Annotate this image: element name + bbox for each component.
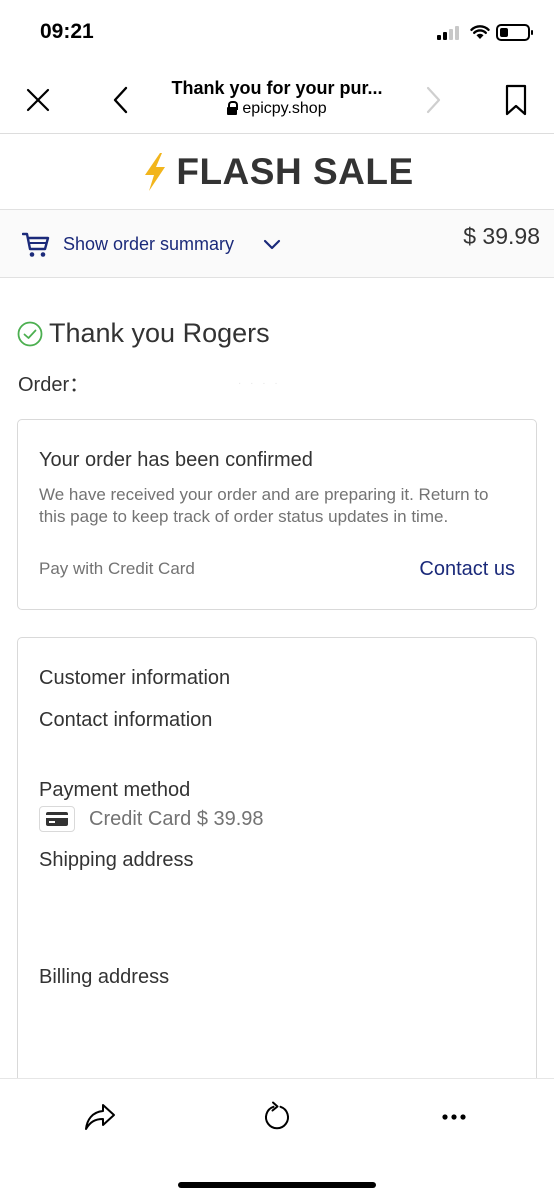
- customer-information-card: Customer information Contact information…: [17, 637, 537, 1097]
- check-circle-icon: [17, 321, 43, 346]
- order-total: $ 39.98: [463, 223, 540, 249]
- lock-icon: [227, 101, 239, 115]
- chevron-down-icon: [263, 239, 281, 250]
- close-icon[interactable]: [22, 84, 54, 116]
- payment-method-row: Credit Card $ 39.98: [39, 806, 264, 832]
- payment-method-heading: Payment method: [39, 779, 191, 801]
- order-label: Order：: [18, 374, 90, 396]
- status-bar: 09:21: [0, 0, 554, 66]
- payment-method-text: Credit Card $ 39.98: [89, 807, 264, 830]
- browser-nav-bar: Thank you for your pur... epicpy.shop: [0, 66, 554, 134]
- order-summary-toggle[interactable]: Show order summary $ 39.98: [0, 209, 554, 278]
- share-icon[interactable]: [82, 1099, 118, 1135]
- lightning-bolt-icon: [145, 153, 166, 191]
- status-time: 09:21: [40, 20, 94, 43]
- customer-information-heading: Customer information: [39, 667, 231, 689]
- billing-address-heading: Billing address: [39, 966, 170, 988]
- order-number: · · · ·: [238, 378, 281, 389]
- thank-you-text: Thank you Rogers: [49, 318, 270, 348]
- shop-name: FLASH SALE: [176, 151, 414, 192]
- bookmark-icon[interactable]: [500, 82, 532, 118]
- wifi-icon: [470, 24, 490, 45]
- browser-toolbar: [0, 1078, 554, 1200]
- order-confirmed-card: Your order has been confirmed We have re…: [17, 419, 537, 610]
- credit-card-icon: [39, 806, 75, 832]
- battery-icon: [496, 24, 533, 41]
- show-order-summary-label: Show order summary: [63, 234, 235, 254]
- url-text: epicpy.shop: [242, 100, 327, 117]
- thank-you-heading: Thank you Rogers: [17, 318, 270, 349]
- shipping-address-heading: Shipping address: [39, 849, 194, 871]
- confirmation-title: Your order has been confirmed: [39, 449, 313, 471]
- cart-icon: [22, 232, 50, 257]
- page-title: Thank you for your pur...: [171, 78, 383, 98]
- shop-header[interactable]: FLASH SALE: [0, 135, 554, 209]
- home-indicator[interactable]: [178, 1182, 376, 1188]
- reload-icon[interactable]: [259, 1099, 295, 1135]
- pay-with-text: Pay with Credit Card: [39, 559, 195, 578]
- back-icon[interactable]: [106, 84, 136, 116]
- contact-information-heading: Contact information: [39, 709, 213, 731]
- confirmation-body: We have received your order and are prep…: [39, 485, 489, 526]
- forward-icon[interactable]: [418, 84, 448, 116]
- page-url[interactable]: epicpy.shop: [150, 100, 404, 118]
- contact-us-link[interactable]: Contact us: [419, 558, 515, 581]
- more-icon[interactable]: [436, 1099, 472, 1135]
- cellular-signal-icon: [437, 26, 459, 40]
